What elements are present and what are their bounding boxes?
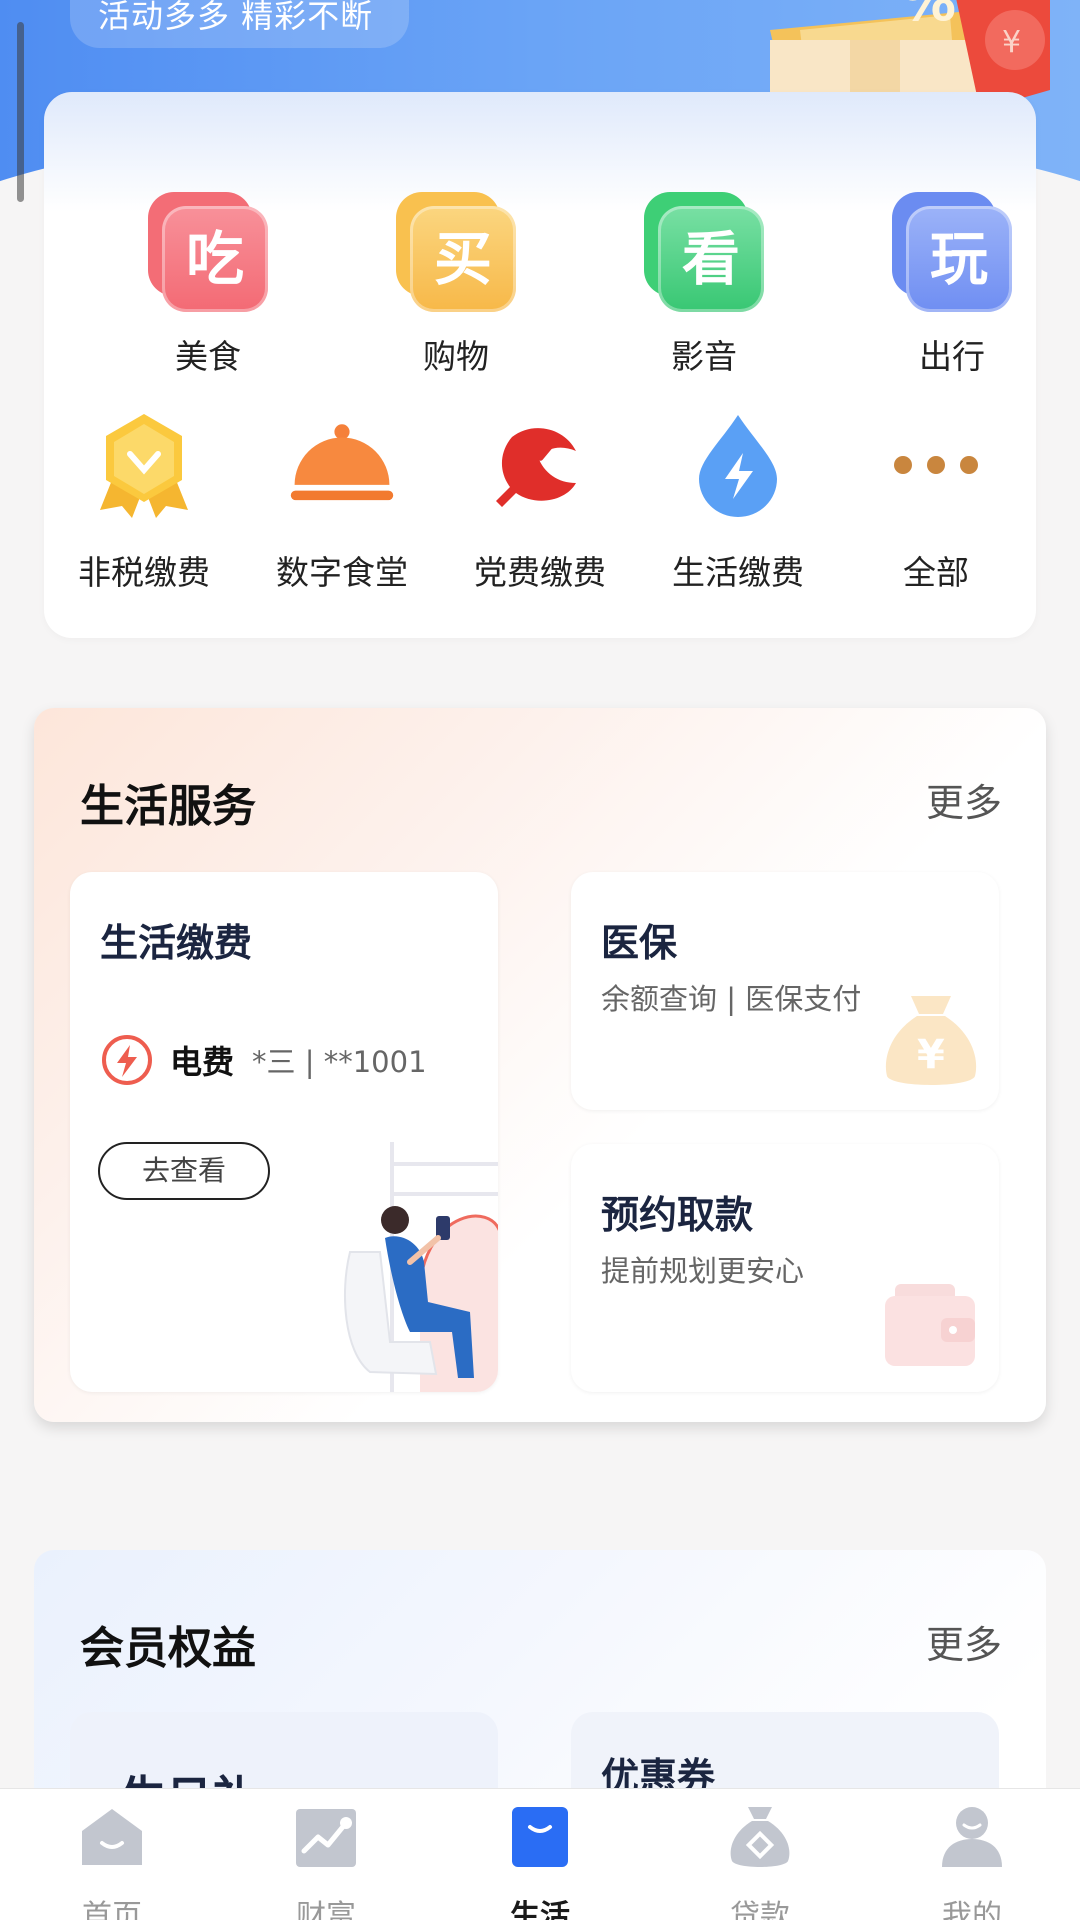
- category-label: 购物: [423, 337, 489, 376]
- section-title: 会员权益: [80, 1623, 256, 1674]
- category-party-fee[interactable]: 党费缴费: [450, 410, 630, 594]
- bottom-nav: 首页 财富 生活 贷款 我的: [0, 1788, 1080, 1920]
- category-food[interactable]: 吃 美食: [128, 192, 288, 378]
- water-drop-bolt-icon: [683, 410, 793, 520]
- panel-subtitle: 提前规划更安心: [601, 1254, 805, 1288]
- category-label: 生活缴费: [672, 553, 804, 592]
- category-video[interactable]: 看 影音: [624, 192, 784, 378]
- category-nontax-payment[interactable]: 非税缴费: [54, 410, 234, 594]
- medal-icon: [89, 410, 199, 520]
- panel-title: 医保: [601, 921, 678, 965]
- category-label: 出行: [919, 337, 985, 376]
- bill-type: 电费: [170, 1043, 235, 1081]
- category-shopping[interactable]: 买 购物: [376, 192, 536, 378]
- nav-label: 财富: [296, 1899, 356, 1920]
- shopping-bag-icon: [512, 1807, 568, 1867]
- nav-home[interactable]: 首页: [42, 1803, 182, 1920]
- more-dots-icon: [881, 410, 991, 520]
- party-emblem-icon: [485, 410, 595, 520]
- nav-label: 贷款: [730, 1899, 790, 1920]
- panel-title: 生活缴费: [100, 921, 253, 965]
- view-button[interactable]: 去查看: [98, 1142, 270, 1200]
- life-services-card: 生活服务 更多 生活缴费 电费 *三 | **1001 去查看 医保 余额查询 …: [34, 708, 1046, 1422]
- money-bag-icon: ¥: [885, 996, 977, 1085]
- scroll-indicator[interactable]: [17, 22, 24, 202]
- category-label: 党费缴费: [474, 553, 606, 592]
- home-icon: [82, 1809, 142, 1865]
- category-label: 美食: [175, 337, 241, 376]
- panel-title: 预约取款: [601, 1193, 754, 1237]
- bill-account: *三 | **1001: [252, 1045, 427, 1079]
- electricity-account-row: 电费 *三 | **1001: [100, 1032, 427, 1088]
- svg-text:%: %: [900, 0, 956, 34]
- wallet-icon: [885, 1284, 975, 1366]
- food-icon: 吃: [148, 192, 268, 312]
- category-digital-canteen[interactable]: 数字食堂: [252, 410, 432, 594]
- utility-payment-panel[interactable]: 生活缴费 电费 *三 | **1001 去查看: [70, 872, 498, 1392]
- nav-label: 生活: [510, 1899, 570, 1920]
- nav-label: 我的: [942, 1899, 1002, 1920]
- medical-insurance-panel[interactable]: 医保 余额查询 | 医保支付 ¥: [571, 872, 999, 1110]
- lightning-icon: [102, 1035, 152, 1085]
- category-label: 非税缴费: [78, 553, 210, 592]
- panel-subtitle: 余额查询 | 医保支付: [601, 982, 862, 1016]
- cloche-icon: [287, 410, 397, 520]
- nav-life[interactable]: 生活: [470, 1803, 610, 1920]
- category-row-secondary: 非税缴费 数字食堂 党费缴费 生活缴费 全部: [44, 410, 1036, 610]
- nav-mine[interactable]: 我的: [902, 1803, 1042, 1920]
- category-all[interactable]: 全部: [846, 410, 1026, 594]
- money-bag-icon: [730, 1807, 790, 1867]
- category-label: 影音: [671, 337, 737, 376]
- travel-icon: 玩: [892, 192, 1012, 312]
- category-row-primary: 吃 美食 买 购物 看 影音 玩 出行: [44, 192, 1036, 376]
- more-link[interactable]: 更多: [926, 1614, 1002, 1669]
- svg-text:¥: ¥: [917, 1032, 945, 1078]
- svg-text:¥: ¥: [1002, 25, 1021, 60]
- category-label: 全部: [903, 553, 969, 592]
- category-utility-payment[interactable]: 生活缴费: [648, 410, 828, 594]
- shopping-icon: 买: [396, 192, 516, 312]
- category-travel[interactable]: 玩 出行: [872, 192, 1032, 378]
- more-link[interactable]: 更多: [926, 772, 1002, 827]
- category-label: 数字食堂: [276, 553, 408, 592]
- nav-label: 首页: [82, 1899, 142, 1920]
- wealth-chart-icon: [296, 1809, 356, 1867]
- nav-wealth[interactable]: 财富: [256, 1803, 396, 1920]
- banner-slogan: 活动多多 精彩不断: [70, 0, 410, 48]
- person-with-phone-illustration: [343, 1142, 498, 1392]
- user-icon: [942, 1807, 1002, 1867]
- category-card: 吃 美食 买 购物 看 影音 玩 出行 非税缴费 数字食堂 党费缴费 生活缴费 …: [44, 92, 1036, 638]
- section-title: 生活服务: [80, 781, 256, 832]
- scheduled-withdrawal-panel[interactable]: 预约取款 提前规划更安心: [571, 1144, 999, 1392]
- nav-loan[interactable]: 贷款: [690, 1803, 830, 1920]
- video-icon: 看: [644, 192, 764, 312]
